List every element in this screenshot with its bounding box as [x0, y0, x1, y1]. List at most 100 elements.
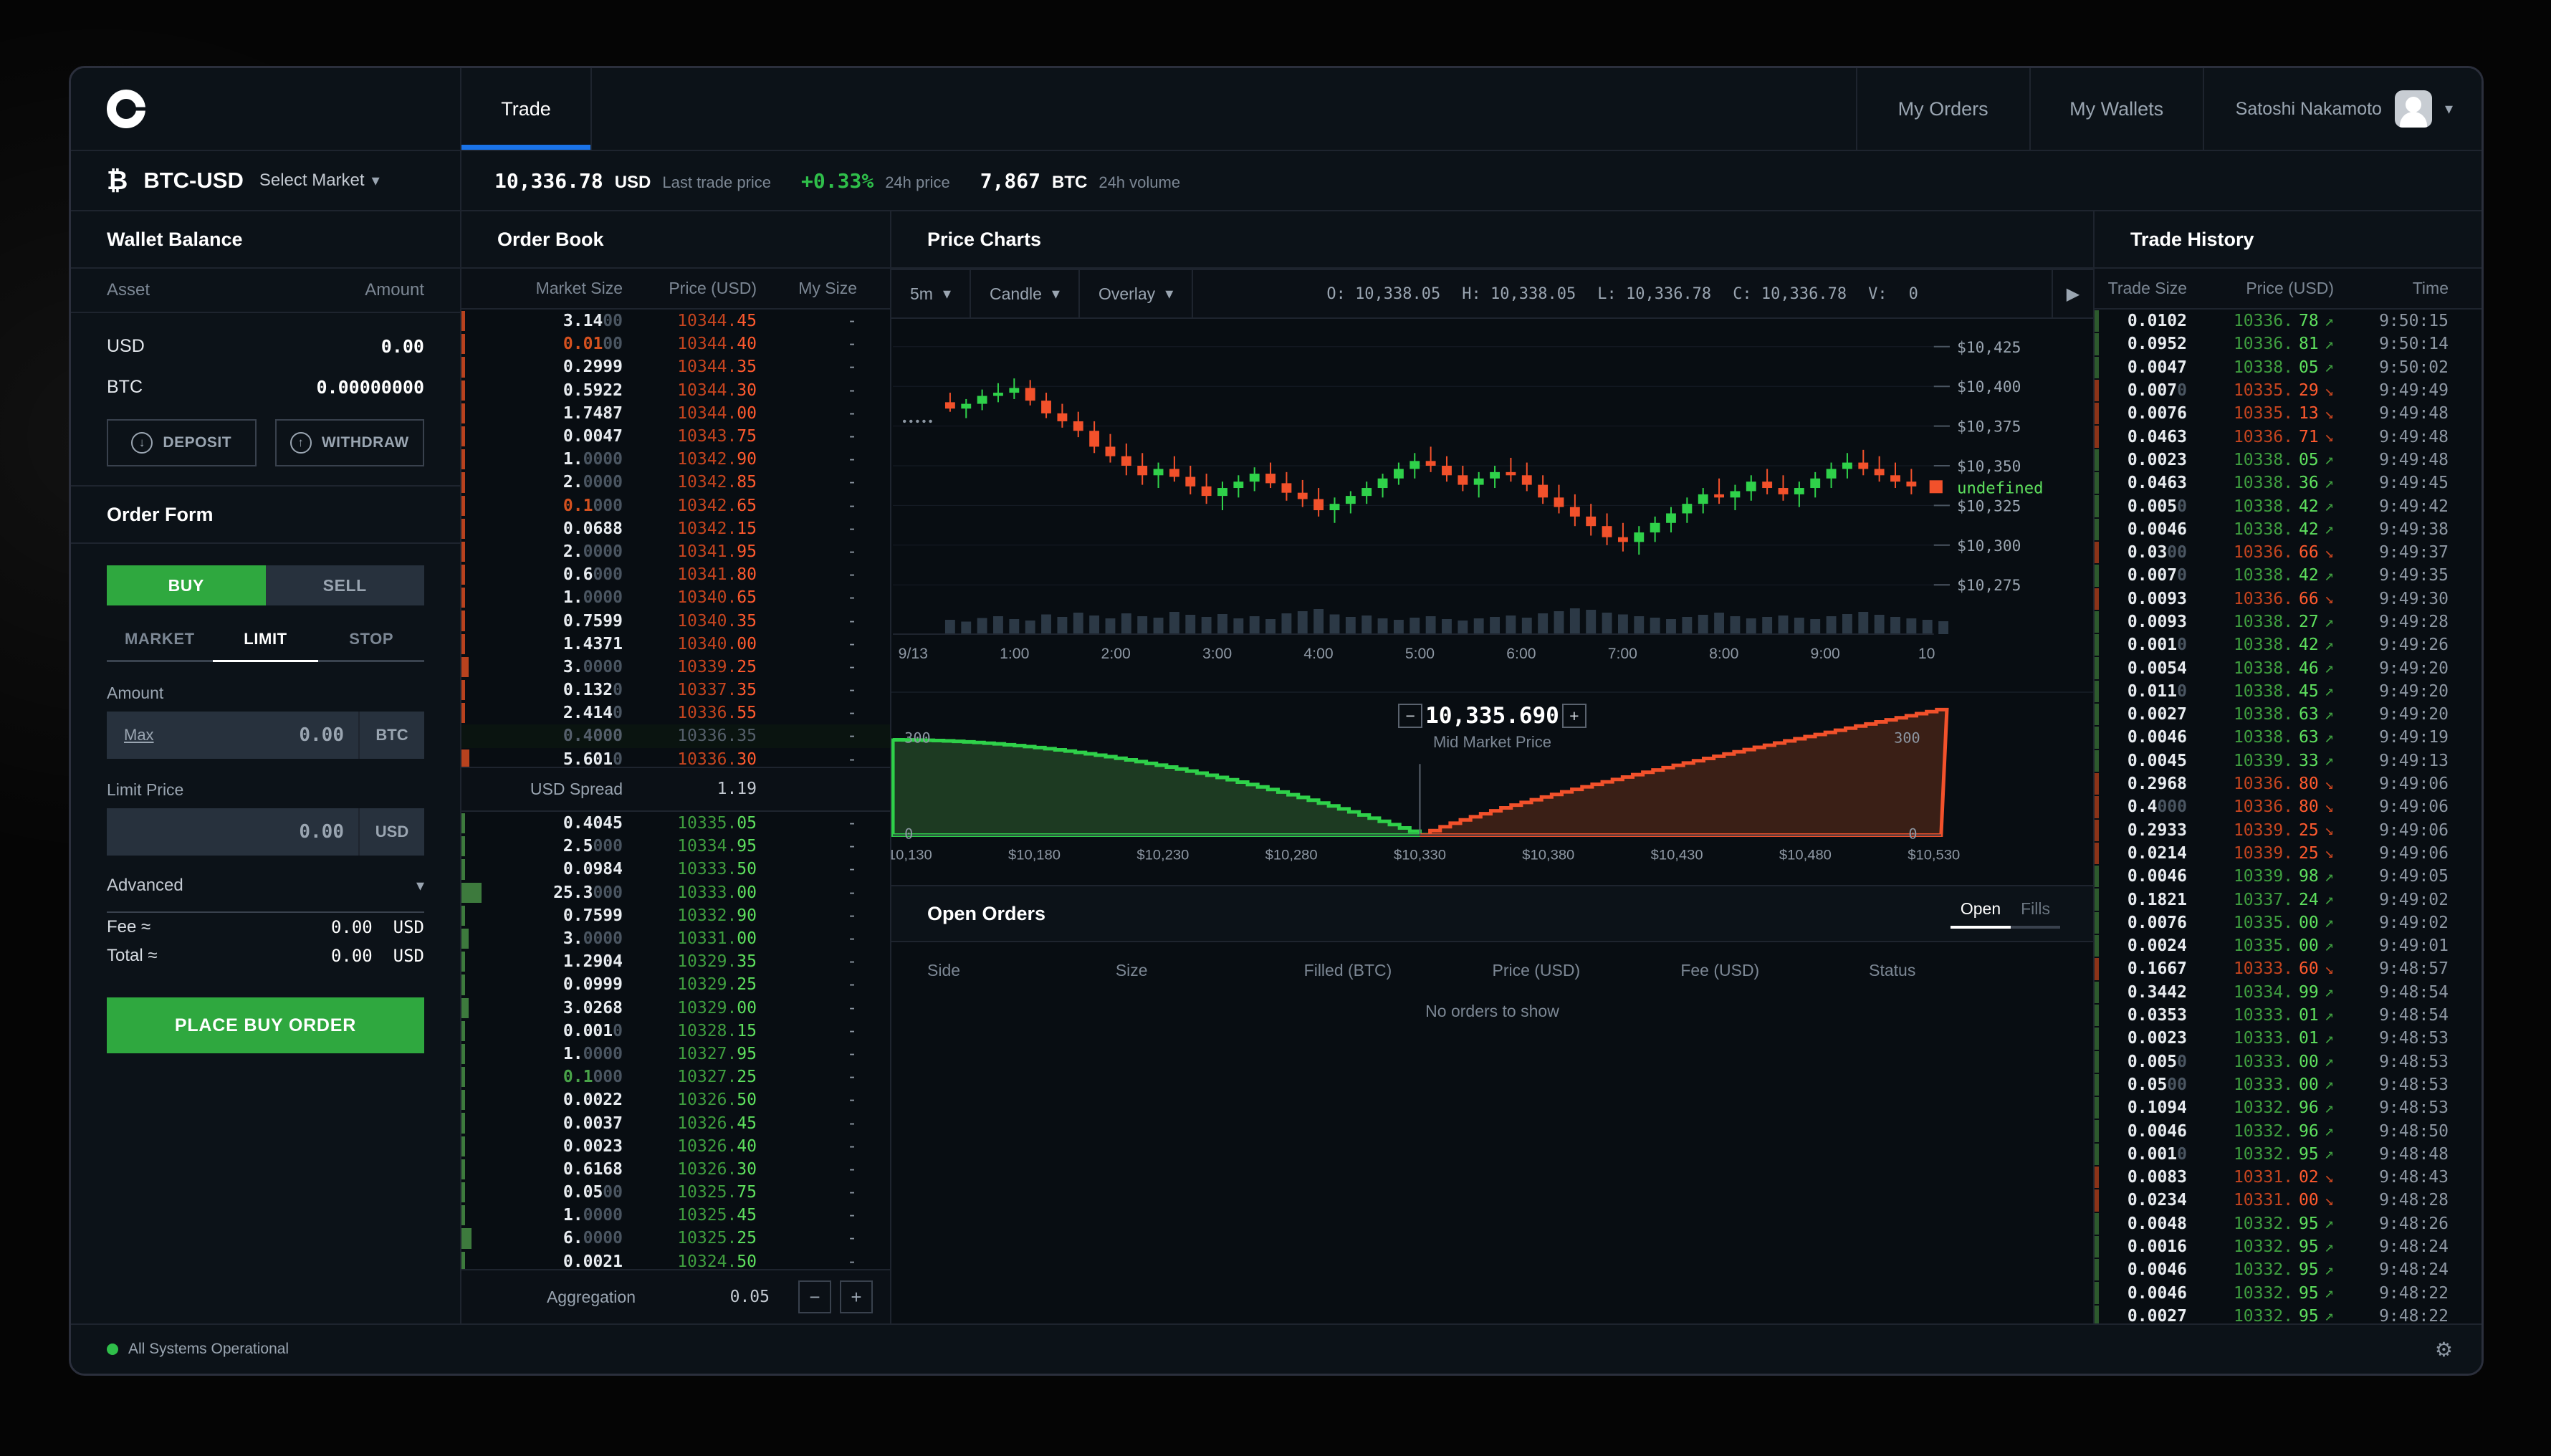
- place-buy-order-button[interactable]: PLACE BUY ORDER: [107, 997, 424, 1053]
- trade-history-row[interactable]: 0.0054 10338. 46 ↗ 9:49:20: [2095, 656, 2481, 679]
- trade-history-row[interactable]: 0.0046 10338. 42 ↗ 9:49:38: [2095, 518, 2481, 541]
- order-book-row[interactable]: 0.6168 10326.30 -: [461, 1158, 890, 1181]
- tab-fills[interactable]: Fills: [2011, 899, 2060, 929]
- system-status[interactable]: All Systems Operational: [107, 1341, 289, 1358]
- trade-history-row[interactable]: 0.0023 10333. 01 ↗ 9:48:53: [2095, 1027, 2481, 1050]
- coinbase-logo-icon[interactable]: [107, 90, 146, 128]
- trade-history-row[interactable]: 0.0093 10338. 27 ↗ 9:49:28: [2095, 610, 2481, 633]
- order-book-row[interactable]: 0.0021 10324.50 -: [461, 1250, 890, 1269]
- trade-history-row[interactable]: 0.0463 10338. 36 ↗ 9:49:45: [2095, 471, 2481, 494]
- order-book-row[interactable]: 0.5922 10344.30 -: [461, 379, 890, 402]
- trade-history-row[interactable]: 0.0046 10332. 95 ↗ 9:48:24: [2095, 1258, 2481, 1281]
- order-book-row[interactable]: 2.0000 10341.95 -: [461, 540, 890, 563]
- chart-type-dropdown[interactable]: Candle ▾: [971, 270, 1080, 317]
- order-book-row[interactable]: 0.4000 10336.35 -: [461, 724, 890, 748]
- order-book-row[interactable]: 0.0500 10325.75 -: [461, 1181, 890, 1204]
- order-book-asks[interactable]: 3.1400 10344.45 - 0.0100 10344.40 - 0.2999 1034…: [461, 310, 890, 767]
- trade-history-row[interactable]: 0.0024 10335. 00 ↗ 9:49:01: [2095, 934, 2481, 957]
- trade-history-row[interactable]: 0.0050 10338. 42 ↗ 9:49:42: [2095, 494, 2481, 517]
- trade-history-row[interactable]: 0.0070 10338. 42 ↗ 9:49:35: [2095, 564, 2481, 587]
- order-book-row[interactable]: 0.0999 10329.25 -: [461, 973, 890, 996]
- trade-history-row[interactable]: 0.0300 10336. 66 ↘ 9:49:37: [2095, 541, 2481, 564]
- trade-history-row[interactable]: 0.0046 10339. 98 ↗ 9:49:05: [2095, 865, 2481, 888]
- limit-price-field[interactable]: 0.00 USD: [107, 808, 424, 856]
- trade-history-row[interactable]: 0.0046 10332. 95 ↗ 9:48:22: [2095, 1281, 2481, 1304]
- trade-history-row[interactable]: 0.0083 10331. 02 ↘ 9:48:43: [2095, 1166, 2481, 1189]
- order-book-row[interactable]: 3.0000 10331.00 -: [461, 927, 890, 950]
- amount-field[interactable]: Max 0.00 BTC: [107, 712, 424, 759]
- trade-history-row[interactable]: 0.0045 10339. 33 ↗ 9:49:13: [2095, 749, 2481, 772]
- order-book-row[interactable]: 0.0100 10344.40 -: [461, 332, 890, 355]
- mid-price-decrease-button[interactable]: −: [1398, 704, 1423, 728]
- trade-history-row[interactable]: 0.0010 10332. 95 ↗ 9:48:48: [2095, 1143, 2481, 1166]
- nav-my-wallets[interactable]: My Wallets: [2029, 68, 2203, 150]
- trade-history-row[interactable]: 0.0353 10333. 01 ↗ 9:48:54: [2095, 1004, 2481, 1027]
- limit-price-input[interactable]: 0.00: [299, 821, 344, 843]
- sell-tab[interactable]: SELL: [265, 565, 424, 605]
- trade-history-row[interactable]: 0.0027 10332. 95 ↗ 9:48:22: [2095, 1305, 2481, 1323]
- aggregation-increase-button[interactable]: +: [840, 1280, 873, 1313]
- trade-history-row[interactable]: 0.0093 10336. 66 ↘ 9:49:30: [2095, 588, 2481, 610]
- tab-limit[interactable]: LIMIT: [212, 630, 319, 662]
- trade-history-row[interactable]: 0.0050 10333. 00 ↗ 9:48:53: [2095, 1050, 2481, 1073]
- order-book-row[interactable]: 3.0268 10329.00 -: [461, 997, 890, 1020]
- trade-history-row[interactable]: 0.2968 10336. 80 ↘ 9:49:06: [2095, 772, 2481, 795]
- order-book-row[interactable]: 3.1400 10344.45 -: [461, 310, 890, 332]
- trade-history-row[interactable]: 0.1821 10337. 24 ↗ 9:49:02: [2095, 888, 2481, 911]
- order-book-row[interactable]: 6.0000 10325.25 -: [461, 1227, 890, 1250]
- trade-history-row[interactable]: 0.0214 10339. 25 ↘ 9:49:06: [2095, 842, 2481, 865]
- order-book-row[interactable]: 0.0010 10328.15 -: [461, 1020, 890, 1043]
- deposit-button[interactable]: ↓ DEPOSIT: [107, 419, 257, 466]
- order-book-row[interactable]: 0.0037 10326.45 -: [461, 1111, 890, 1134]
- aggregation-decrease-button[interactable]: −: [798, 1280, 831, 1313]
- order-book-row[interactable]: 3.0000 10339.25 -: [461, 656, 890, 679]
- nav-my-orders[interactable]: My Orders: [1855, 68, 2029, 150]
- buy-tab[interactable]: BUY: [107, 565, 266, 605]
- order-book-row[interactable]: 2.4140 10336.55 -: [461, 701, 890, 724]
- trade-history-row[interactable]: 0.2933 10339. 25 ↘ 9:49:06: [2095, 819, 2481, 842]
- trade-history-row[interactable]: 0.0076 10335. 13 ↘ 9:49:48: [2095, 402, 2481, 425]
- order-book-row[interactable]: 1.2904 10329.35 -: [461, 950, 890, 973]
- order-book-row[interactable]: 0.7599 10340.35 -: [461, 609, 890, 632]
- order-book-row[interactable]: 0.0047 10343.75 -: [461, 425, 890, 448]
- order-book-row[interactable]: 1.0000 10327.95 -: [461, 1043, 890, 1065]
- trade-history-row[interactable]: 0.1094 10332. 96 ↗ 9:48:53: [2095, 1096, 2481, 1119]
- select-market-dropdown[interactable]: Select Market ▾: [259, 171, 380, 191]
- order-book-row[interactable]: 0.2999 10344.35 -: [461, 355, 890, 378]
- order-book-row[interactable]: 0.1000 10342.65 -: [461, 494, 890, 517]
- order-book-row[interactable]: 0.0688 10342.15 -: [461, 517, 890, 540]
- interval-dropdown[interactable]: 5m ▾: [891, 270, 971, 317]
- order-book-row[interactable]: 1.0000 10325.45 -: [461, 1204, 890, 1227]
- trade-history-row[interactable]: 0.0048 10332. 95 ↗ 9:48:26: [2095, 1212, 2481, 1235]
- order-book-row[interactable]: 2.0000 10342.85 -: [461, 471, 890, 494]
- gear-icon[interactable]: ⚙: [2435, 1338, 2453, 1361]
- trade-history-row[interactable]: 0.3442 10334. 99 ↗ 9:48:54: [2095, 981, 2481, 1004]
- amount-input[interactable]: 0.00: [299, 724, 344, 746]
- order-book-row[interactable]: 0.0984 10333.50 -: [461, 858, 890, 881]
- order-book-row[interactable]: 1.7487 10344.00 -: [461, 402, 890, 425]
- overlay-dropdown[interactable]: Overlay ▾: [1080, 270, 1194, 317]
- trade-history-row[interactable]: 0.0027 10338. 63 ↗ 9:49:20: [2095, 703, 2481, 726]
- trade-history-row[interactable]: 0.0076 10335. 00 ↗ 9:49:02: [2095, 911, 2481, 934]
- trade-history-row[interactable]: 0.0046 10338. 63 ↗ 9:49:19: [2095, 726, 2481, 749]
- trade-history-row[interactable]: 0.1667 10333. 60 ↘ 9:48:57: [2095, 957, 2481, 980]
- order-book-row[interactable]: 0.7599 10332.90 -: [461, 904, 890, 927]
- tab-open[interactable]: Open: [1950, 899, 2011, 929]
- order-book-row[interactable]: 1.0000 10340.65 -: [461, 586, 890, 609]
- order-book-bids[interactable]: 0.4045 10335.05 - 2.5000 10334.95 - 0.0984 1033…: [461, 812, 890, 1269]
- trade-history-list[interactable]: 0.0102 10336. 78 ↗ 9:50:15 0.0952 10336. 81 ↗ 9:5…: [2095, 310, 2481, 1323]
- order-book-row[interactable]: 25.3000 10333.00 -: [461, 881, 890, 904]
- trade-history-row[interactable]: 0.0047 10338. 05 ↗ 9:50:02: [2095, 356, 2481, 379]
- order-book-row[interactable]: 0.0023 10326.40 -: [461, 1135, 890, 1158]
- tab-trade[interactable]: Trade: [461, 68, 592, 150]
- trade-history-row[interactable]: 0.0102 10336. 78 ↗ 9:50:15: [2095, 310, 2481, 332]
- withdraw-button[interactable]: ↑ WITHDRAW: [274, 419, 424, 466]
- tab-stop[interactable]: STOP: [318, 630, 425, 662]
- order-book-row[interactable]: 0.1000 10327.25 -: [461, 1065, 890, 1088]
- order-book-row[interactable]: 1.0000 10342.90 -: [461, 448, 890, 471]
- amount-max-link[interactable]: Max: [124, 726, 154, 744]
- trade-history-row[interactable]: 0.0070 10335. 29 ↘ 9:49:49: [2095, 379, 2481, 402]
- mid-price-increase-button[interactable]: +: [1561, 704, 1586, 728]
- trade-history-row[interactable]: 0.0463 10336. 71 ↘ 9:49:48: [2095, 425, 2481, 448]
- trade-history-row[interactable]: 0.0500 10333. 00 ↗ 9:48:53: [2095, 1073, 2481, 1096]
